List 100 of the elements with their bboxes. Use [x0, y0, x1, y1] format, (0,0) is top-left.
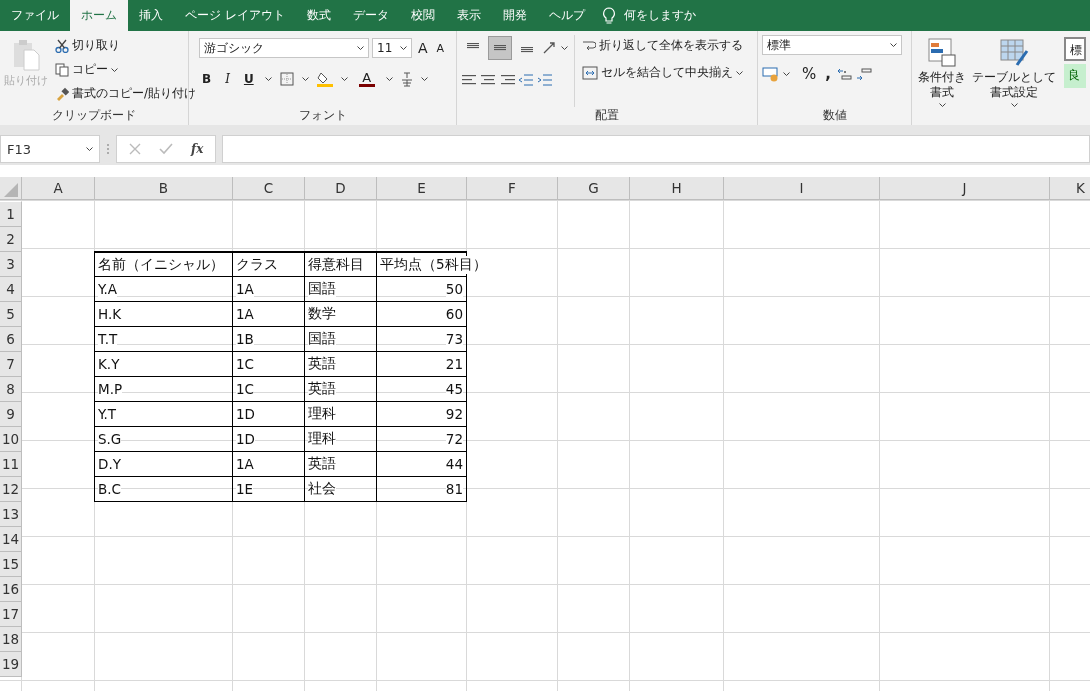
- table-cell: 1D: [236, 431, 255, 447]
- row-header[interactable]: 15: [0, 552, 22, 577]
- percent-button[interactable]: %: [799, 63, 820, 85]
- table-cell: S.G: [98, 431, 122, 447]
- ribbon-tab[interactable]: ファイル: [0, 0, 70, 31]
- column-header[interactable]: J: [880, 177, 1050, 200]
- row-header[interactable]: 7: [0, 352, 22, 377]
- formula-bar[interactable]: [222, 135, 1090, 163]
- comma-button[interactable]: ,: [822, 63, 834, 85]
- caret-icon: [561, 46, 569, 50]
- table-cell: 92: [445, 406, 463, 422]
- column-header[interactable]: I: [724, 177, 880, 200]
- row-header[interactable]: 3: [0, 252, 22, 277]
- font-color-button[interactable]: A: [355, 69, 378, 89]
- table-style-icon: [999, 37, 1029, 67]
- shrink-font-button[interactable]: A: [433, 39, 448, 57]
- font-size-field[interactable]: 11: [372, 38, 412, 58]
- row-header[interactable]: 19: [0, 652, 22, 677]
- ribbon-tab[interactable]: 表示: [445, 0, 492, 31]
- name-box[interactable]: F13: [0, 135, 100, 163]
- conditional-format-icon: [927, 37, 957, 67]
- column-header[interactable]: E: [377, 177, 467, 200]
- column-header[interactable]: A: [22, 177, 95, 200]
- scissors-icon: [55, 38, 69, 53]
- decrease-decimal-icon: [855, 67, 872, 81]
- ribbon-tab[interactable]: 校閲: [399, 0, 446, 31]
- caret-icon: [385, 77, 393, 81]
- merge-center-button[interactable]: セルを結合して中央揃え: [579, 62, 747, 83]
- ribbon-tab[interactable]: ヘルプ: [537, 0, 596, 31]
- ribbon-tab[interactable]: 数式: [295, 0, 342, 31]
- more-icon: [106, 143, 110, 155]
- column-header[interactable]: K: [1050, 177, 1090, 200]
- format-as-table-button[interactable]: テーブルとして 書式設定: [970, 37, 1058, 107]
- caret-icon: [111, 67, 118, 72]
- number-format-field[interactable]: 標準: [762, 35, 902, 55]
- currency-icon: [762, 66, 780, 82]
- row-header[interactable]: 14: [0, 527, 22, 552]
- column-header[interactable]: C: [233, 177, 305, 200]
- copy-button[interactable]: コピー: [52, 59, 200, 80]
- caret-icon: [264, 77, 272, 81]
- cut-button[interactable]: 切り取り: [52, 35, 200, 56]
- underline-button[interactable]: U: [240, 70, 257, 88]
- table-cell: T.T: [98, 331, 118, 347]
- table-cell: D.Y: [98, 456, 121, 472]
- ribbon-tab[interactable]: ホーム: [70, 0, 128, 31]
- italic-button[interactable]: I: [222, 70, 233, 88]
- copy-icon: [55, 62, 69, 77]
- header-cell: クラス: [236, 255, 278, 274]
- row-header[interactable]: 18: [0, 627, 22, 652]
- group-label: フォント: [297, 107, 348, 124]
- cancel-icon[interactable]: [129, 143, 141, 155]
- align-center-icon: [480, 74, 497, 86]
- row-header[interactable]: 4: [0, 277, 22, 302]
- column-header[interactable]: H: [630, 177, 724, 200]
- column-header[interactable]: B: [95, 177, 233, 200]
- wrap-icon: [582, 38, 597, 53]
- row-header[interactable]: 6: [0, 327, 22, 352]
- ribbon-tab[interactable]: 開発: [491, 0, 538, 31]
- row-header[interactable]: 8: [0, 377, 22, 402]
- row-header[interactable]: 5: [0, 302, 22, 327]
- format-painter-button[interactable]: 書式のコピー/貼り付け: [52, 83, 200, 104]
- table-cell: 数学: [308, 305, 336, 323]
- vertical-align-button[interactable]: [488, 36, 513, 60]
- table-cell: B.C: [98, 481, 121, 497]
- row-header[interactable]: 13: [0, 502, 22, 527]
- insert-function-button[interactable]: fx: [191, 142, 204, 156]
- row-header[interactable]: 11: [0, 452, 22, 477]
- caret-icon: [938, 103, 946, 107]
- ribbon-tab[interactable]: データ: [341, 0, 400, 31]
- check-icon[interactable]: [159, 143, 173, 155]
- cell-style-item[interactable]: 標: [1064, 37, 1086, 61]
- row-header[interactable]: 17: [0, 602, 22, 627]
- row-header[interactable]: 12: [0, 477, 22, 502]
- row-header[interactable]: 2: [0, 227, 22, 252]
- borders-icon: [279, 72, 294, 86]
- lightbulb-icon: [601, 6, 616, 25]
- conditional-formatting-button[interactable]: 条件付き 書式: [916, 37, 968, 107]
- paintbrush-icon: [55, 86, 69, 101]
- grow-font-button[interactable]: A: [415, 38, 431, 58]
- ribbon-tab[interactable]: ページ レイアウト: [174, 0, 296, 31]
- align-right-icon: [499, 74, 516, 86]
- cell-style-item[interactable]: 良: [1064, 64, 1086, 88]
- column-header[interactable]: D: [305, 177, 377, 200]
- wrap-text-button[interactable]: 折り返して全体を表示する: [579, 35, 747, 56]
- row-header[interactable]: 1: [0, 202, 22, 227]
- tell-me-field[interactable]: 何をしますか: [623, 8, 696, 23]
- caret-icon: [420, 77, 428, 81]
- ribbon-tab[interactable]: 挿入: [128, 0, 174, 31]
- table-cell: Y.T: [98, 406, 117, 422]
- bold-button[interactable]: B: [199, 70, 215, 88]
- merge-icon: [582, 65, 599, 80]
- row-header[interactable]: 9: [0, 402, 22, 427]
- caret-icon: [890, 43, 897, 47]
- column-header[interactable]: G: [558, 177, 630, 200]
- column-header[interactable]: F: [467, 177, 558, 200]
- row-header[interactable]: 16: [0, 577, 22, 602]
- group-label: クリップボード: [51, 107, 137, 124]
- table-cell: 72: [445, 431, 463, 447]
- font-name-field[interactable]: 游ゴシック: [199, 38, 369, 58]
- row-header[interactable]: 10: [0, 427, 22, 452]
